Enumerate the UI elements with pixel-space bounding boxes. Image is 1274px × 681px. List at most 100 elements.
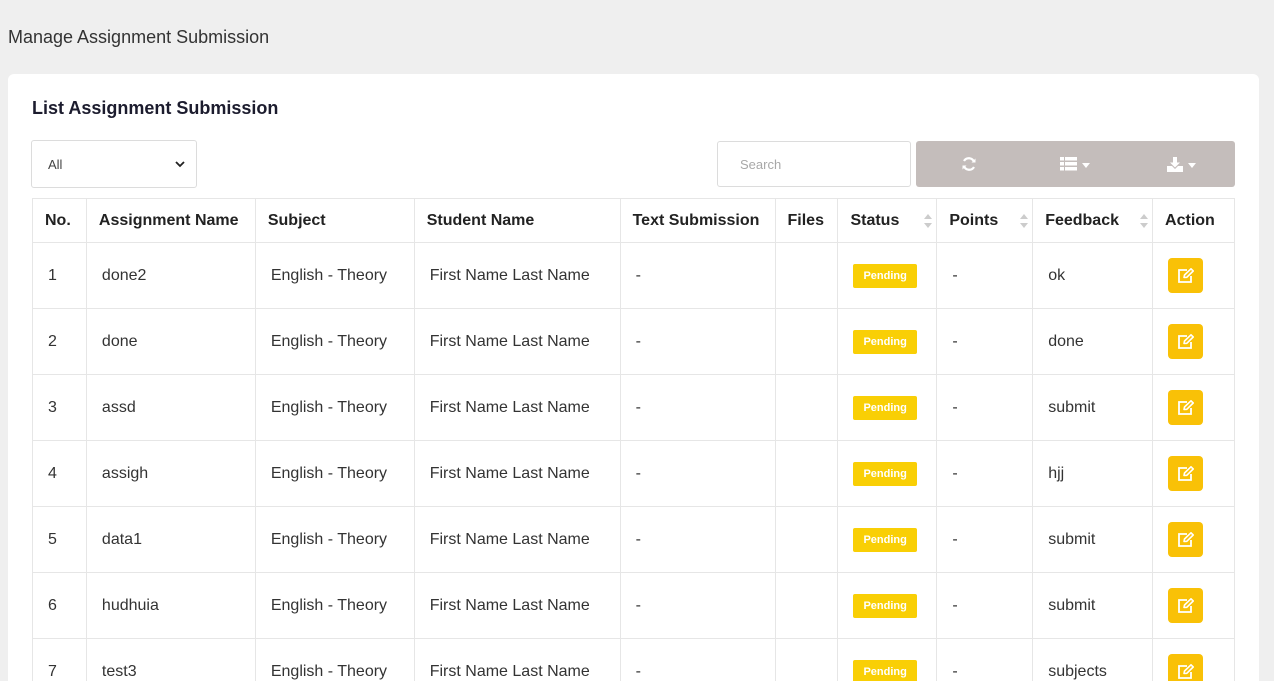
header-label: Status — [850, 211, 900, 229]
cell-files — [774, 242, 839, 309]
cell-text-submission: - — [619, 374, 776, 441]
cell-action — [1152, 374, 1235, 441]
cell-files — [774, 638, 839, 681]
edit-icon — [1178, 663, 1195, 679]
submission-table: No. Assignment Name Subject Student Name… — [32, 198, 1235, 681]
cell-subject: English - Theory — [254, 572, 415, 639]
refresh-icon — [962, 157, 976, 171]
cell-no: 5 — [32, 506, 87, 573]
col-header-points[interactable]: Points — [936, 198, 1034, 243]
table-header-row: No. Assignment Name Subject Student Name… — [32, 198, 1235, 243]
cell-points: - — [936, 572, 1034, 639]
status-badge: Pending — [853, 461, 917, 486]
cell-no: 3 — [32, 374, 87, 441]
col-header-subject[interactable]: Subject — [254, 198, 415, 243]
col-header-status[interactable]: Status — [837, 198, 938, 243]
table-row: 4 assigh English - Theory First Name Las… — [32, 440, 1235, 507]
cell-status: Pending — [837, 440, 938, 507]
col-header-student[interactable]: Student Name — [413, 198, 621, 243]
cell-text-submission: - — [619, 638, 776, 681]
col-header-assignment[interactable]: Assignment Name — [85, 198, 256, 243]
cell-status: Pending — [837, 374, 938, 441]
cell-feedback: done — [1032, 308, 1154, 375]
edit-icon — [1178, 399, 1195, 415]
cell-files — [774, 374, 839, 441]
table-row: 3 assd English - Theory First Name Last … — [32, 374, 1235, 441]
cell-student-name: First Name Last Name — [413, 440, 621, 507]
search-field[interactable] — [717, 141, 911, 187]
table-row: 2 done English - Theory First Name Last … — [32, 308, 1235, 375]
cell-action — [1152, 638, 1235, 681]
cell-subject: English - Theory — [254, 440, 415, 507]
cell-assignment-name: hudhuia — [85, 572, 256, 639]
cell-text-submission: - — [619, 242, 776, 309]
cell-status: Pending — [837, 638, 938, 681]
sort-icon — [1020, 214, 1029, 228]
header-label: Subject — [267, 211, 326, 229]
columns-icon — [1060, 157, 1078, 171]
cell-feedback: submit — [1032, 374, 1154, 441]
cell-feedback: submit — [1032, 572, 1154, 639]
edit-button[interactable] — [1168, 522, 1204, 557]
export-button[interactable] — [1129, 141, 1235, 187]
cell-status: Pending — [837, 506, 938, 573]
edit-button[interactable] — [1168, 588, 1204, 623]
cell-student-name: First Name Last Name — [413, 374, 621, 441]
cell-no: 2 — [32, 308, 87, 375]
cell-action — [1152, 506, 1235, 573]
cell-no: 1 — [32, 242, 87, 309]
col-header-no[interactable]: No. — [32, 198, 87, 243]
cell-files — [774, 440, 839, 507]
cell-student-name: First Name Last Name — [413, 572, 621, 639]
cell-points: - — [936, 506, 1034, 573]
edit-button[interactable] — [1168, 258, 1204, 293]
sort-icon — [924, 214, 933, 228]
cell-assignment-name: assd — [85, 374, 256, 441]
header-label: Assignment Name — [98, 211, 239, 229]
cell-files — [774, 572, 839, 639]
edit-icon — [1178, 333, 1195, 349]
header-label: No. — [45, 211, 71, 229]
header-label: Student Name — [426, 211, 535, 229]
toolbar-button-group — [916, 141, 1235, 187]
edit-icon — [1178, 597, 1195, 613]
submission-card: List Assignment Submission All Search No… — [8, 74, 1259, 681]
edit-button[interactable] — [1168, 324, 1204, 359]
page-title: Manage Assignment Submission — [8, 27, 270, 47]
col-header-action: Action — [1152, 198, 1235, 243]
filter-select[interactable]: All — [31, 140, 197, 188]
sort-icon — [1140, 214, 1149, 228]
cell-points: - — [936, 638, 1034, 681]
status-badge: Pending — [853, 527, 917, 552]
card-title: List Assignment Submission — [32, 98, 279, 118]
columns-button[interactable] — [1022, 141, 1128, 187]
edit-button[interactable] — [1168, 654, 1204, 681]
cell-no: 6 — [32, 572, 87, 639]
col-header-feedback[interactable]: Feedback — [1032, 198, 1154, 243]
cell-feedback: hjj — [1032, 440, 1154, 507]
table-row: 5 data1 English - Theory First Name Last… — [32, 506, 1235, 573]
cell-assignment-name: done2 — [85, 242, 256, 309]
refresh-button[interactable] — [916, 141, 1022, 187]
table-row: 7 test3 English - Theory First Name Last… — [32, 638, 1235, 681]
cell-assignment-name: data1 — [85, 506, 256, 573]
cell-student-name: First Name Last Name — [413, 506, 621, 573]
status-badge: Pending — [853, 659, 917, 681]
cell-points: - — [936, 242, 1034, 309]
cell-feedback: ok — [1032, 242, 1154, 309]
cell-subject: English - Theory — [254, 638, 415, 681]
edit-button[interactable] — [1168, 456, 1204, 491]
col-header-files[interactable]: Files — [774, 198, 839, 243]
cell-action — [1152, 572, 1235, 639]
cell-action — [1152, 242, 1235, 309]
cell-no: 4 — [32, 440, 87, 507]
col-header-text[interactable]: Text Submission — [619, 198, 776, 243]
edit-button[interactable] — [1168, 390, 1204, 425]
edit-icon — [1178, 267, 1195, 283]
search-input[interactable] — [718, 142, 910, 186]
download-icon — [1167, 156, 1184, 172]
cell-text-submission: - — [619, 440, 776, 507]
cell-no: 7 — [32, 638, 87, 681]
cell-status: Pending — [837, 242, 938, 309]
cell-subject: English - Theory — [254, 308, 415, 375]
